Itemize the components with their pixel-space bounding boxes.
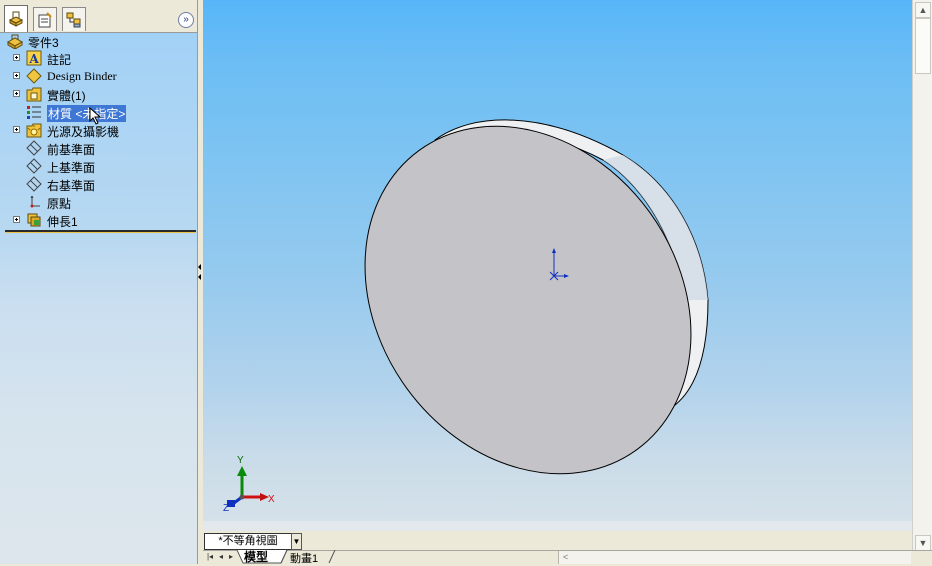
annotations-icon: A xyxy=(26,50,42,66)
origin-icon xyxy=(30,195,40,208)
tree-item-label: 前基準面 xyxy=(47,143,96,157)
tab-first-button[interactable]: |◂ xyxy=(205,551,215,563)
scroll-down-button[interactable]: ▼ xyxy=(915,535,931,551)
feature-manager-icon xyxy=(8,11,24,27)
view-dropdown-button[interactable]: ▼ xyxy=(291,533,302,550)
configuration-manager-icon xyxy=(66,12,81,27)
tree-item-label: 伸長1 xyxy=(47,215,78,229)
configuration-manager-tab[interactable] xyxy=(62,7,86,31)
expand-panel-button[interactable]: » xyxy=(178,12,194,28)
property-manager-tab[interactable] xyxy=(33,7,57,31)
rollback-bar-highlight xyxy=(5,232,196,233)
viewport-bottom-strip xyxy=(203,521,912,531)
vertical-scrollbar[interactable]: ▲ ▼ xyxy=(912,0,932,552)
tree-item-label: 材質 <未指定> xyxy=(47,105,127,122)
plane-icon xyxy=(26,140,42,156)
expand-toggle[interactable] xyxy=(13,126,20,133)
graphics-viewport[interactable]: Y X Z xyxy=(203,0,912,521)
tree-item-label: 右基準面 xyxy=(47,179,96,193)
tree-item-label: 上基準面 xyxy=(47,161,96,175)
tree-item-label: 註記 xyxy=(47,53,72,67)
tree-root-label: 零件3 xyxy=(28,36,59,50)
scroll-up-button[interactable]: ▲ xyxy=(915,2,931,18)
horizontal-scrollbar[interactable] xyxy=(558,551,911,564)
material-icon xyxy=(27,106,41,119)
expand-toggle[interactable] xyxy=(13,72,20,79)
triad-x-label: X xyxy=(268,494,275,505)
expand-toggle[interactable] xyxy=(13,216,20,223)
view-triad[interactable] xyxy=(227,466,269,507)
panel-tab-bar: » xyxy=(0,0,200,33)
feature-manager-tab[interactable] xyxy=(4,5,28,32)
tree-item-label: Design Binder xyxy=(47,69,117,83)
plane-icon xyxy=(26,158,42,174)
tab-model[interactable]: 模型 xyxy=(244,548,268,565)
part-model[interactable] xyxy=(203,0,912,521)
triad-z-label: Z xyxy=(223,503,230,514)
tree-item-label: 光源及攝影機 xyxy=(47,125,120,139)
part-icon xyxy=(7,34,23,49)
property-manager-icon xyxy=(38,11,52,27)
tree-item-label: 實體(1) xyxy=(47,89,86,103)
scroll-left-button[interactable]: < xyxy=(563,552,568,562)
design-binder-icon xyxy=(26,68,42,84)
lights-cameras-icon xyxy=(26,123,42,138)
solid-bodies-icon xyxy=(26,87,42,102)
expand-toggle[interactable] xyxy=(13,90,20,97)
tab-prev-button[interactable]: ◂ xyxy=(216,551,226,563)
svg-text:A: A xyxy=(28,52,39,66)
scroll-thumb[interactable] xyxy=(915,18,931,74)
expand-toggle[interactable] xyxy=(13,54,20,61)
plane-icon xyxy=(26,176,42,192)
feature-manager-panel: » 零件3 A 註記 Design Binder 實體(1) 材質 <未指定> … xyxy=(0,0,200,564)
triad-y-label: Y xyxy=(237,455,244,466)
extrude-icon xyxy=(27,213,41,227)
tree-item-label: 原點 xyxy=(47,197,72,211)
